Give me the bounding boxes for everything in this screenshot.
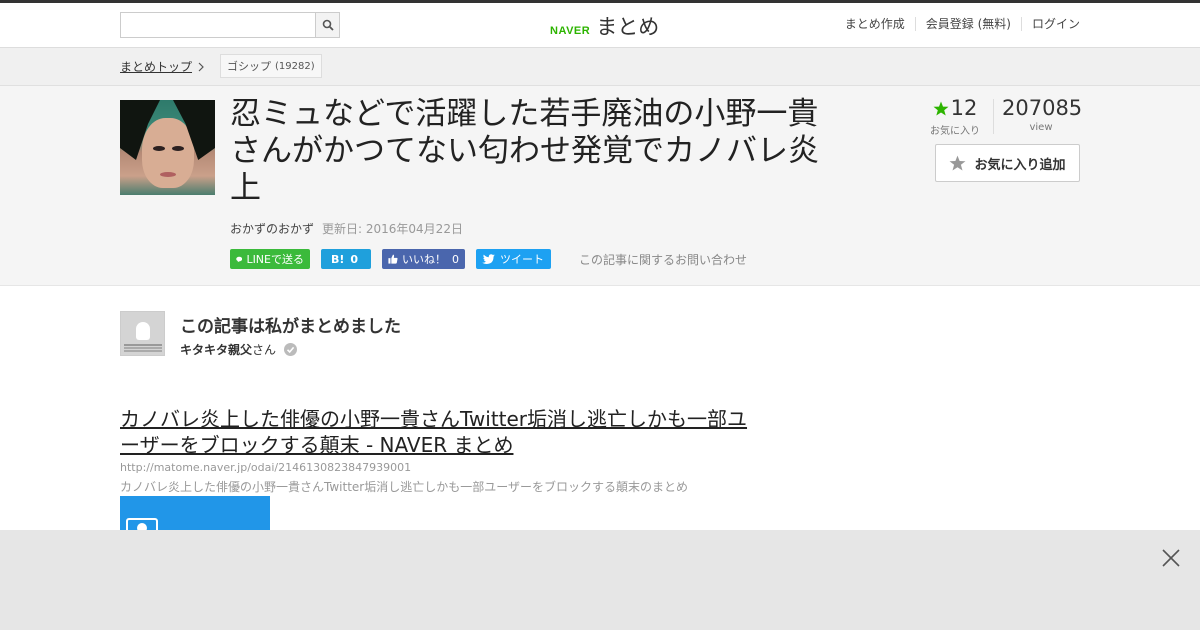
link-card-url[interactable]: http://matome.naver.jp/odai/214613082384… [120,461,411,474]
thumbs-up-icon [388,254,398,264]
article-thumbnail [120,100,215,195]
facebook-like-button[interactable]: いいね！ 0 [382,249,465,269]
article-updated-date: 更新日: 2016年04月22日 [322,222,463,236]
site-header: NAVER まとめ まとめ作成 会員登録 (無料) ログイン [0,3,1200,48]
facebook-like-label: いいね！ [402,253,446,266]
search-input[interactable] [120,12,315,38]
logo-matome-text: まとめ [596,15,660,39]
line-share-button[interactable]: LINEで送る [230,249,310,269]
article-author[interactable]: おかずのおかず [230,220,314,237]
tweet-label: ツイート [500,253,544,266]
hatena-icon: B! [331,252,345,266]
article-meta: おかずのおかず 更新日: 2016年04月22日 [230,220,463,237]
favorite-count: 12 [950,96,978,120]
chevron-right-icon [198,62,204,71]
line-icon [236,256,243,262]
link-card-description: カノバレ炎上した俳優の小野一貴さんTwitter垢消し逃亡しかも一部ユーザーをブ… [120,480,688,494]
category-label: ゴシップ [227,60,271,73]
hatena-count: 0 [350,252,359,266]
curator-name-row: キタキタ親父さん [180,341,298,358]
breadcrumb: まとめトップ ゴシップ (19282) [0,48,1200,86]
view-count-stat: 207085 view [1002,96,1083,133]
breadcrumb-category-tag[interactable]: ゴシップ (19282) [220,54,322,78]
close-icon[interactable] [1160,547,1182,569]
stats-divider [993,99,994,134]
search-button[interactable] [315,12,340,38]
star-outline-icon [950,155,966,171]
view-count: 207085 [1002,96,1083,120]
bottom-overlay-banner [0,530,1200,630]
search-box [120,12,340,38]
search-icon [322,19,334,31]
favorite-count-label: お気に入り [930,126,980,137]
add-favorite-label: お気に入り追加 [974,157,1066,173]
create-matome-link[interactable]: まとめ作成 [835,17,915,31]
site-logo[interactable]: NAVER まとめ [550,11,659,41]
line-share-label: LINEで送る [246,253,304,266]
article-title: 忍ミュなどで活躍した若手廃油の小野一貴さんがかつてない匂わせ発覚でカノバレ炎上 [230,96,819,206]
view-count-label: view [1029,122,1053,133]
login-link[interactable]: ログイン [1020,17,1080,31]
tweet-button[interactable]: ツイート [476,249,551,269]
facebook-like-count: 0 [452,252,459,266]
verified-check-icon [284,343,298,356]
article-header: 忍ミュなどで活躍した若手廃油の小野一貴さんがかつてない匂わせ発覚でカノバレ炎上 … [0,86,1200,286]
twitter-bird-icon [482,253,495,264]
link-card-title[interactable]: カノバレ炎上した俳優の小野一貴さんTwitter垢消し逃亡しかも一部ユーザーをブ… [120,406,750,458]
hatena-bookmark-button[interactable]: B! 0 [321,249,371,269]
curator-avatar[interactable] [120,311,165,356]
register-link[interactable]: 会員登録 (無料) [914,17,1021,31]
star-icon [933,101,949,115]
curator-name[interactable]: キタキタ親父 [180,343,252,357]
breadcrumb-home-link[interactable]: まとめトップ [120,58,204,75]
article-stats: 12 お気に入り 207085 view [920,96,1083,137]
favorite-count-stat: 12 お気に入り [925,96,985,137]
logo-naver-text: NAVER [550,25,591,37]
category-count: (19282) [275,60,315,72]
header-links: まとめ作成 会員登録 (無料) ログイン [835,17,1080,31]
breadcrumb-home-label: まとめトップ [120,60,193,74]
share-bar: LINEで送る B! 0 いいね！ 0 ツイート この記事に関するお問い合わせ [230,249,747,269]
add-favorite-button[interactable]: お気に入り追加 [935,144,1080,182]
article-contact-link[interactable]: この記事に関するお問い合わせ [579,251,747,268]
curator-honorific: さん [252,343,277,357]
curator-heading: この記事は私がまとめました [180,317,401,337]
